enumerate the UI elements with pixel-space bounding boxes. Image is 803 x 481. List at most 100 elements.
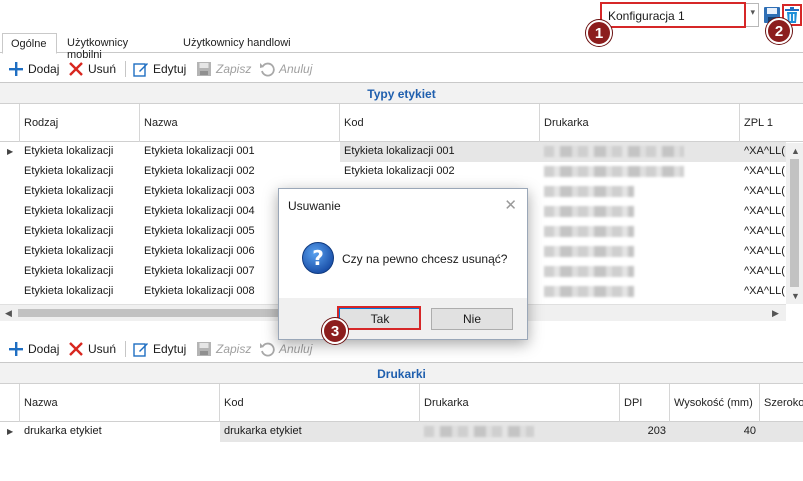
tab-mobile-users[interactable]: Użytkownicy mobilni — [59, 33, 172, 61]
edit-printer-button[interactable]: Edytuj — [133, 339, 186, 359]
table-row[interactable]: Etykieta lokalizacji Etykieta lokalizacji… — [0, 162, 803, 182]
printers-header: Nazwa Kod Drukarka DPI Wysokość (mm) Sze… — [0, 384, 803, 422]
type-cell[interactable]: Etykieta lokalizacji — [20, 162, 140, 182]
scroll-down-icon[interactable]: ▼ — [791, 291, 800, 301]
printer-cell[interactable] — [540, 202, 740, 222]
svg-text:?: ? — [312, 246, 324, 270]
printer-width-cell[interactable] — [760, 422, 803, 442]
type-cell[interactable]: Etykieta lokalizacji — [20, 142, 140, 162]
add-button-label: Dodaj — [28, 62, 60, 76]
column-header-name[interactable]: Nazwa — [140, 104, 340, 142]
type-cell[interactable]: Etykieta lokalizacji — [20, 282, 140, 302]
scroll-thumb-horizontal[interactable] — [18, 309, 278, 317]
printer-height-cell[interactable]: 40 — [670, 422, 760, 442]
save-button-label: Zapisz — [216, 62, 252, 76]
delete-printer-button[interactable]: Usuń — [68, 339, 116, 359]
redacted-printer-value — [544, 286, 634, 297]
column-header-zpl[interactable]: ZPL 1 — [740, 104, 803, 142]
printer-device-cell[interactable] — [420, 422, 620, 442]
label-types-title: Typy etykiet — [0, 83, 803, 104]
column-header-printer-code[interactable]: Kod — [220, 384, 420, 422]
cancel-button-label: Anuluj — [279, 342, 313, 356]
column-header-dpi[interactable]: DPI — [620, 384, 670, 422]
undo-icon — [260, 342, 275, 357]
column-header-printer-device[interactable]: Drukarka — [420, 384, 620, 422]
zpl-cell[interactable]: ^XA^LL( — [740, 162, 786, 182]
delete-button[interactable]: Usuń — [68, 59, 116, 79]
chevron-down-icon[interactable]: ▾ — [750, 7, 755, 18]
dialog-title: Usuwanie — [288, 199, 341, 213]
redacted-printer-value — [544, 246, 634, 257]
tab-general[interactable]: Ogólne — [2, 33, 57, 54]
zpl-cell[interactable]: ^XA^LL( — [740, 242, 786, 262]
zpl-cell[interactable]: ^XA^LL( — [740, 142, 786, 162]
printer-cell[interactable] — [540, 142, 740, 162]
type-cell[interactable]: Etykieta lokalizacji — [20, 202, 140, 222]
save-button[interactable]: Zapisz — [196, 59, 251, 79]
cancel-printer-button[interactable]: Anuluj — [259, 339, 312, 359]
column-header-height[interactable]: Wysokość (mm) — [670, 384, 760, 422]
column-header-code[interactable]: Kod — [340, 104, 540, 142]
add-button[interactable]: Dodaj — [8, 59, 59, 79]
redacted-printer-value — [544, 166, 684, 177]
printer-dpi-cell[interactable]: 203 — [620, 422, 670, 442]
selected-row-marker: ▶ — [7, 147, 14, 156]
edit-button[interactable]: Edytuj — [133, 59, 186, 79]
name-cell[interactable]: Etykieta lokalizacji 002 — [140, 162, 340, 182]
printer-name-cell[interactable]: drukarka etykiet — [20, 422, 220, 442]
column-header-type[interactable]: Rodzaj — [20, 104, 140, 142]
scroll-thumb[interactable] — [790, 159, 799, 287]
edit-icon — [133, 343, 148, 357]
row-indicator-header — [0, 104, 20, 142]
scroll-left-icon[interactable]: ◀ — [5, 308, 12, 319]
code-cell[interactable]: Etykieta lokalizacji 001 — [340, 142, 540, 162]
column-header-width[interactable]: Szeroko — [760, 384, 803, 422]
zpl-cell[interactable]: ^XA^LL( — [740, 202, 786, 222]
name-cell[interactable]: Etykieta lokalizacji 001 — [140, 142, 340, 162]
close-icon[interactable]: ✕ — [504, 196, 517, 214]
printer-cell[interactable] — [540, 262, 740, 282]
table-row[interactable]: ▶ Etykieta lokalizacji Etykieta lokalizacj… — [0, 142, 803, 162]
printer-code-cell[interactable]: drukarka etykiet — [220, 422, 420, 442]
printer-cell[interactable] — [540, 282, 740, 302]
no-button[interactable]: Nie — [431, 308, 513, 330]
save-printer-button[interactable]: Zapisz — [196, 339, 251, 359]
undo-icon — [260, 62, 275, 77]
plus-icon — [9, 62, 23, 76]
redacted-printer-value — [544, 226, 634, 237]
column-header-printer-name[interactable]: Nazwa — [20, 384, 220, 422]
delete-button-label: Usuń — [88, 342, 117, 356]
printer-cell[interactable] — [540, 222, 740, 242]
scroll-up-icon[interactable]: ▲ — [791, 146, 800, 156]
redacted-printer-value — [544, 266, 634, 277]
printers-title: Drukarki — [0, 363, 803, 384]
printer-cell[interactable] — [540, 162, 740, 182]
zpl-cell[interactable]: ^XA^LL( — [740, 262, 786, 282]
highlight-yes-button — [337, 306, 421, 330]
cancel-button[interactable]: Anuluj — [259, 59, 312, 79]
type-cell[interactable]: Etykieta lokalizacji — [20, 242, 140, 262]
add-printer-button[interactable]: Dodaj — [8, 339, 59, 359]
save-button-label: Zapisz — [216, 342, 252, 356]
highlight-configuration — [600, 2, 746, 28]
type-cell[interactable]: Etykieta lokalizacji — [20, 222, 140, 242]
zpl-cell[interactable]: ^XA^LL( — [740, 182, 786, 202]
redacted-printer-value — [544, 186, 634, 197]
printer-cell[interactable] — [540, 182, 740, 202]
zpl-cell[interactable]: ^XA^LL( — [740, 222, 786, 242]
redacted-printer-value — [544, 206, 634, 217]
printers-grid: Drukarki Nazwa Kod Drukarka DPI Wysokość… — [0, 362, 803, 481]
label-types-header: Rodzaj Nazwa Kod Drukarka ZPL 1 — [0, 104, 803, 142]
table-row[interactable]: ▶ drukarka etykiet drukarka etykiet 203 … — [0, 422, 803, 442]
type-cell[interactable]: Etykieta lokalizacji — [20, 182, 140, 202]
vertical-scrollbar[interactable]: ▲ ▼ — [786, 143, 803, 304]
zpl-cell[interactable]: ^XA^LL( — [740, 282, 786, 302]
scroll-right-icon[interactable]: ▶ — [772, 308, 779, 319]
printer-cell[interactable] — [540, 242, 740, 262]
type-cell[interactable]: Etykieta lokalizacji — [20, 262, 140, 282]
tab-sales-users[interactable]: Użytkownicy handlowi — [175, 33, 305, 54]
save-icon — [197, 62, 211, 76]
delete-button-label: Usuń — [88, 62, 117, 76]
column-header-printer[interactable]: Drukarka — [540, 104, 740, 142]
code-cell[interactable]: Etykieta lokalizacji 002 — [340, 162, 540, 182]
